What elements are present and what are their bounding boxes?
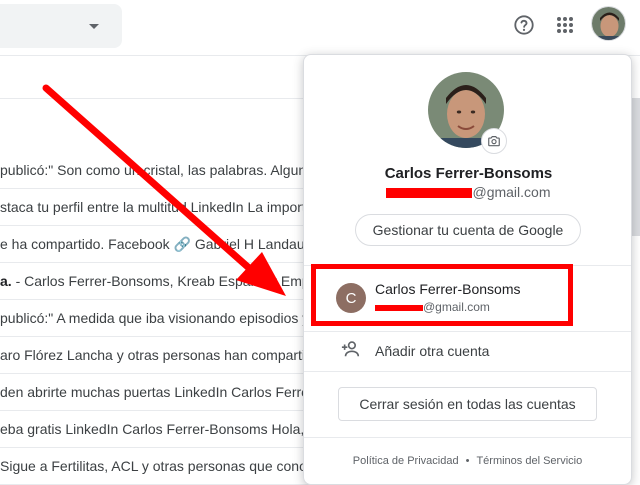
mail-snippet: publicó:" A medida que iba visionando ep… xyxy=(0,310,310,326)
mail-snippet: aro Flórez Lancha y otras personas han c… xyxy=(0,347,321,363)
account-name: Carlos Ferrer-Bonsoms xyxy=(384,165,553,182)
page-scrollbar[interactable] xyxy=(632,98,640,236)
mail-snippet: publicó:" Son como un cristal, las palab… xyxy=(0,162,321,178)
account-avatar-button[interactable] xyxy=(591,6,626,41)
account-popup: Carlos Ferrer-Bonsoms @gmail.com Gestion… xyxy=(303,54,632,485)
account-initial-avatar: C xyxy=(336,283,366,313)
account-email: @gmail.com xyxy=(304,184,633,200)
person-add-icon xyxy=(340,339,362,364)
popup-divider xyxy=(304,371,631,372)
footer-separator: • xyxy=(465,455,470,467)
mail-snippet: eba gratis LinkedIn Carlos Ferrer-Bonsom… xyxy=(0,421,327,437)
add-account-label: Añadir otra cuenta xyxy=(375,343,490,359)
mail-snippet: staca tu perfil entre la multitud Linked… xyxy=(0,199,314,215)
account-item-name: Carlos Ferrer-Bonsoms xyxy=(375,281,521,297)
add-account-button[interactable]: Añadir otra cuenta xyxy=(304,331,631,371)
mail-row[interactable]: eba gratis LinkedIn Carlos Ferrer-Bonsom… xyxy=(0,411,330,448)
privacy-link[interactable]: Política de Privacidad xyxy=(353,455,459,467)
mail-snippet: Sigue a Fertilitas, ACL y otras personas… xyxy=(0,458,329,474)
redaction-mark xyxy=(375,304,423,311)
mail-row[interactable]: aro Flórez Lancha y otras personas han c… xyxy=(0,337,330,374)
search-bar[interactable] xyxy=(0,4,122,48)
popup-footer: Política de Privacidad • Términos del Serv… xyxy=(304,455,631,467)
chevron-down-icon[interactable] xyxy=(89,24,99,29)
mail-row[interactable]: publicó:" Son como un cristal, las palab… xyxy=(0,152,330,189)
apps-grid-icon[interactable] xyxy=(550,10,580,40)
mail-snippet: - Carlos Ferrer-Bonsoms, Kreab España y … xyxy=(11,273,323,289)
manage-google-account-button[interactable]: Gestionar tu cuenta de Google xyxy=(355,214,581,246)
mail-row[interactable]: den abrirte muchas puertas LinkedIn Carl… xyxy=(0,374,330,411)
terms-link[interactable]: Términos del Servicio xyxy=(476,455,582,467)
mail-row[interactable]: publicó:" A medida que iba visionando ep… xyxy=(0,300,330,337)
account-item-email: @gmail.com xyxy=(375,300,490,314)
mail-snippet: e ha compartido. Facebook 🔗 Gabriel H La… xyxy=(0,236,328,252)
mail-row[interactable]: e ha compartido. Facebook 🔗 Gabriel H La… xyxy=(0,226,330,263)
help-icon[interactable] xyxy=(509,10,539,40)
redaction-mark xyxy=(386,188,473,199)
sign-out-all-button[interactable]: Cerrar sesión en todas las cuentas xyxy=(338,387,597,421)
mail-snippet: den abrirte muchas puertas LinkedIn Carl… xyxy=(0,384,319,400)
mail-row[interactable]: staca tu perfil entre la multitud Linked… xyxy=(0,189,330,226)
mail-row[interactable]: a. - Carlos Ferrer-Bonsoms, Kreab España… xyxy=(0,263,330,300)
mail-row[interactable]: Sigue a Fertilitas, ACL y otras personas… xyxy=(0,448,330,485)
account-list-item[interactable]: C Carlos Ferrer-Bonsoms @gmail.com xyxy=(304,265,631,331)
popup-divider xyxy=(304,437,631,438)
change-photo-camera-icon[interactable] xyxy=(481,128,507,154)
